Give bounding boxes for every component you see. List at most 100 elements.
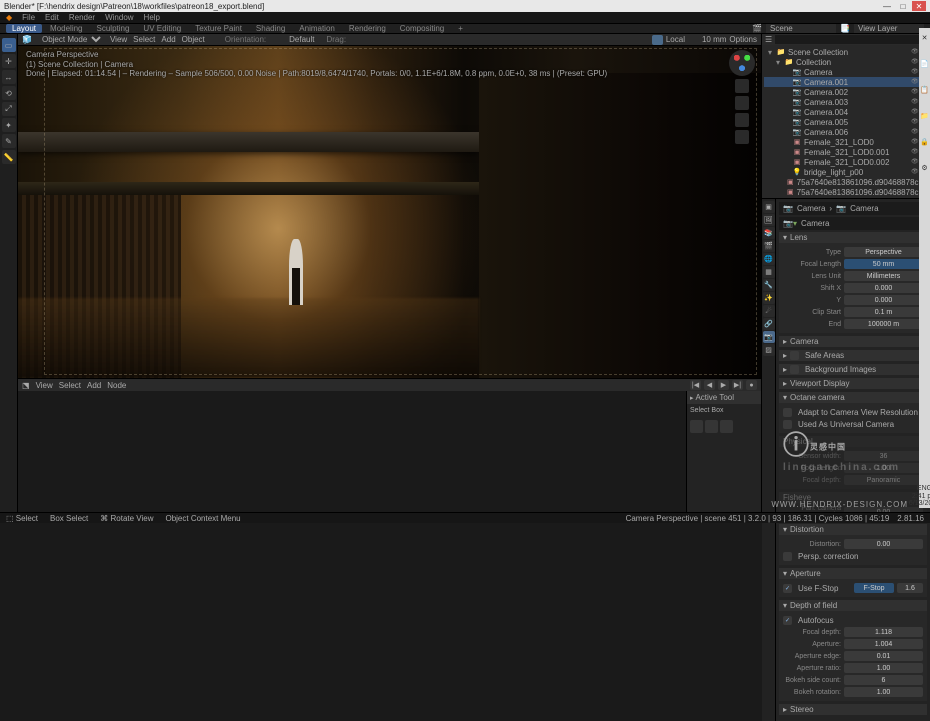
zoom-gizmo-icon[interactable] xyxy=(735,79,749,93)
vpmenu-select[interactable]: Select xyxy=(133,35,155,44)
tl-node[interactable]: Node xyxy=(107,381,126,390)
scale-tool[interactable]: ⤢ xyxy=(2,102,16,116)
prop-render-icon[interactable]: ▣ xyxy=(763,201,775,213)
autofocus-checkbox[interactable] xyxy=(783,616,792,625)
workspace-tab-layout[interactable]: Layout xyxy=(6,24,42,33)
outliner-item[interactable]: ▣75a7640e813861096.d90468878c1771e8.001👁… xyxy=(764,187,928,197)
outliner-item[interactable]: ▣75a7640e813861096.d90468878c1771e8.002👁… xyxy=(764,197,928,198)
clip-end-input[interactable]: 100000 m xyxy=(844,319,923,329)
workspace-tab-shading[interactable]: Shading xyxy=(250,24,291,33)
xray-toggle[interactable] xyxy=(596,35,607,45)
visibility-toggle[interactable]: 👁 xyxy=(911,128,919,136)
visibility-toggle[interactable]: 👁 xyxy=(911,108,919,116)
tray-date[interactable]: 6/13/2022 xyxy=(909,500,930,508)
safeareas-panel-header[interactable]: ▸ Safe Areas xyxy=(779,350,927,361)
shading-rendered-icon[interactable] xyxy=(652,35,663,45)
workspace-tab-+[interactable]: + xyxy=(452,24,469,33)
outliner-item[interactable]: 📷Camera.006👁📷 xyxy=(764,127,928,137)
distortion-panel-header[interactable]: ▾ Distortion xyxy=(779,524,927,535)
nav-gizmo[interactable] xyxy=(729,50,755,76)
workspace-tab-sculpting[interactable]: Sculpting xyxy=(91,24,136,33)
tl-view[interactable]: View xyxy=(36,381,53,390)
dof-fd-input[interactable]: 1.118 xyxy=(844,627,923,637)
mode-select[interactable]: Object Mode xyxy=(38,34,104,45)
clip-start-input[interactable]: 0.1 m xyxy=(844,307,923,317)
workspace-tab-texture-paint[interactable]: Texture Paint xyxy=(189,24,248,33)
select-box-tool[interactable]: ▭ xyxy=(2,38,16,52)
tool-option-2[interactable] xyxy=(705,420,718,433)
dof-ae-input[interactable]: 0.01 xyxy=(844,651,923,661)
maximize-button[interactable]: □ xyxy=(896,1,910,11)
sidebar-icon-4[interactable]: 🔒 xyxy=(920,138,929,146)
dof-ar-input[interactable]: 1.00 xyxy=(844,663,923,673)
shift-y-input[interactable]: 0.000 xyxy=(844,295,923,305)
blender-icon[interactable]: ◆ xyxy=(6,13,12,22)
vpdisplay-panel-header[interactable]: ▸ Viewport Display xyxy=(779,378,927,389)
vpmenu-add[interactable]: Add xyxy=(161,35,175,44)
outliner-item[interactable]: ▣Female_321_LOD0.001👁📷 xyxy=(764,147,928,157)
disclosure-triangle[interactable]: ▾ xyxy=(776,58,782,67)
editor-type-icon-2[interactable]: ⬔ xyxy=(22,381,30,390)
outliner-item[interactable]: ▣Female_321_LOD0.002👁📷 xyxy=(764,157,928,167)
prop-modifier-icon[interactable]: 🔧 xyxy=(763,279,775,291)
prop-data-camera-icon[interactable]: 📷 xyxy=(763,331,775,343)
persp-gizmo-icon[interactable] xyxy=(735,130,749,144)
play-button[interactable]: ▶ xyxy=(718,380,729,390)
jump-start-button[interactable]: |◀ xyxy=(690,380,701,390)
bokeh-count-input[interactable]: 6 xyxy=(844,675,923,685)
zoom-field[interactable]: 10 mm xyxy=(702,35,726,44)
scene-name-input[interactable] xyxy=(766,24,836,33)
play-rev-button[interactable]: ◀ xyxy=(704,380,715,390)
editor-type-icon[interactable]: 🧊 xyxy=(22,35,32,44)
transform-tool[interactable]: ✦ xyxy=(2,118,16,132)
menu-render[interactable]: Render xyxy=(69,13,95,22)
viewlayer-input[interactable] xyxy=(854,24,924,33)
lens-type-dropdown[interactable]: Perspective xyxy=(844,247,923,257)
bgimages-checkbox[interactable] xyxy=(790,365,799,374)
tl-add[interactable]: Add xyxy=(87,381,101,390)
bgimages-panel-header[interactable]: ▸ Background Images xyxy=(779,364,927,375)
move-tool[interactable]: ↔ xyxy=(2,70,16,84)
outliner-mode-icon[interactable]: ☰ xyxy=(765,35,772,44)
lens-panel-header[interactable]: ▾ Lens xyxy=(779,232,927,243)
sidebar-icon-2[interactable]: 📋 xyxy=(920,86,929,94)
shading-wire-icon[interactable] xyxy=(610,35,621,45)
annotate-tool[interactable]: ✎ xyxy=(2,134,16,148)
workspace-tab-uv-editing[interactable]: UV Editing xyxy=(137,24,187,33)
prop-viewlayer-icon[interactable]: 📚 xyxy=(763,227,775,239)
measure-tool[interactable]: 📏 xyxy=(2,150,16,164)
orientation-dropdown[interactable] xyxy=(272,35,283,45)
visibility-toggle[interactable]: 👁 xyxy=(911,48,919,56)
camera-gizmo-icon[interactable] xyxy=(735,113,749,127)
prop-particle-icon[interactable]: ✨ xyxy=(763,292,775,304)
disclosure-triangle[interactable]: ▾ xyxy=(768,48,774,57)
outliner-item[interactable]: ▾📁Scene Collection👁📷 xyxy=(764,47,928,57)
tool-option-3[interactable] xyxy=(720,420,733,433)
prop-scene-icon[interactable]: 🎬 xyxy=(763,240,775,252)
jump-end-button[interactable]: ▶| xyxy=(732,380,743,390)
gizmo-toggle[interactable] xyxy=(568,35,579,45)
octane-panel-header[interactable]: ▾ Octane camera xyxy=(779,392,927,403)
menu-window[interactable]: Window xyxy=(105,13,133,22)
npanel-title[interactable]: ▸ Active Tool xyxy=(687,391,761,404)
pan-gizmo-icon[interactable] xyxy=(735,96,749,110)
visibility-toggle[interactable]: 👁 xyxy=(911,98,919,106)
vpmenu-object[interactable]: Object xyxy=(182,35,205,44)
prop-output-icon[interactable]: 🖼 xyxy=(763,214,775,226)
visibility-toggle[interactable]: 👁 xyxy=(911,88,919,96)
outliner-item[interactable]: 📷Camera.003👁📷 xyxy=(764,97,928,107)
close-button[interactable]: ✕ xyxy=(912,1,926,11)
prop-object-icon[interactable]: ▦ xyxy=(763,266,775,278)
adapt-res-checkbox[interactable] xyxy=(783,408,792,417)
cursor-tool[interactable]: ✛ xyxy=(2,54,16,68)
visibility-toggle[interactable]: 👁 xyxy=(911,118,919,126)
prop-texture-icon[interactable]: ▨ xyxy=(763,344,775,356)
visibility-toggle[interactable]: 👁 xyxy=(911,68,919,76)
visibility-toggle[interactable]: 👁 xyxy=(911,138,919,146)
outliner-item[interactable]: ▣75a7640e813861096.d90468878c1771e8👁📷 xyxy=(764,177,928,187)
prop-physics-icon[interactable]: ☄ xyxy=(763,305,775,317)
visibility-toggle[interactable]: 👁 xyxy=(911,148,919,156)
prop-constraint-icon[interactable]: 🔗 xyxy=(763,318,775,330)
lens-unit-dropdown[interactable]: Millimeters xyxy=(844,271,923,281)
workspace-tab-animation[interactable]: Animation xyxy=(293,24,341,33)
